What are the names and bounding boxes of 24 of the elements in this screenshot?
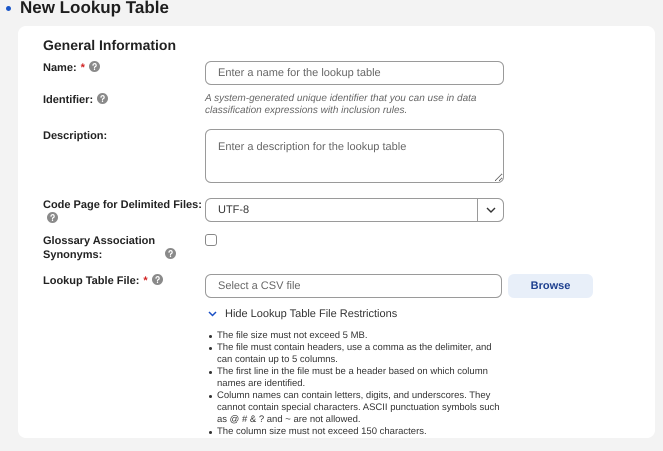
code-page-select[interactable]: UTF-8	[205, 198, 504, 222]
toggle-label: Hide Lookup Table File Restrictions	[225, 306, 398, 322]
section-title: General Information	[43, 36, 178, 55]
page-title: New Lookup Table	[20, 0, 169, 20]
name-field[interactable]: Enter a name for the lookup table	[205, 61, 504, 85]
description-field[interactable]: Enter a description for the lookup table	[205, 129, 504, 183]
field-label: Name:	[43, 61, 77, 75]
file-field[interactable]: Select a CSV file	[205, 274, 502, 298]
restriction-text: The file size must not exceed 5 MB.	[217, 330, 368, 342]
restriction-text: The first line in the file must be a header based on which column names are identified.	[217, 366, 489, 390]
field-label: Code Page for Delimited Files:	[43, 198, 202, 212]
field-label: Description:	[43, 129, 108, 143]
restrictions-toggle[interactable]: Hide Lookup Table File Restrictions	[205, 304, 655, 324]
field-label: Identifier:	[43, 93, 94, 107]
browse-button[interactable]: Browse	[508, 274, 593, 298]
restriction-text: The file must contain headers, use a comma as the delimiter, and can contain up to 5 columns.	[217, 342, 493, 366]
required-mark: *	[143, 275, 148, 287]
restriction-text: The column size must not exceed 150 characters.	[217, 426, 427, 438]
identifier-description: A system-generated unique identifier that you can use in data classification expressions with inclusion rules.	[205, 93, 478, 117]
select-value: UTF-8	[217, 202, 250, 218]
restriction-text: Column names can contain letters, digits, and underscores. They cannot contain special characters. ASCII punctuation symbols such as @ # & ? and ~ are not allowed.	[217, 390, 501, 426]
field-label: Lookup Table File:	[43, 274, 140, 288]
required-mark: *	[80, 62, 85, 74]
field-label: Glossary Association Synonyms:	[43, 234, 156, 262]
